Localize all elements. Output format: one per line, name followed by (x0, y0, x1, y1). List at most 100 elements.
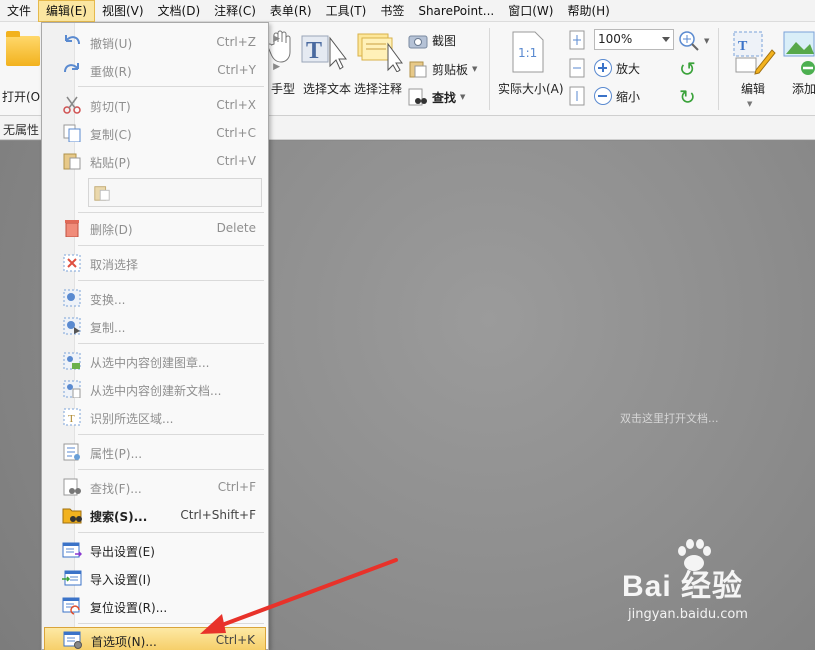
copy-icon (62, 124, 82, 142)
menu-item-reset-settings[interactable]: 复位设置(R)... (44, 594, 266, 618)
open-button[interactable]: 打开(O (2, 30, 42, 110)
menu-separator (78, 623, 264, 624)
menu-tools[interactable]: 工具(T) (319, 0, 374, 22)
add-button[interactable] (782, 30, 815, 76)
fit-visible-button[interactable] (568, 86, 586, 106)
menu-window[interactable]: 窗口(W) (501, 0, 560, 22)
menu-form[interactable]: 表单(R) (263, 0, 319, 22)
menu-item-find-label: 查找(F)... (90, 480, 142, 497)
menu-item-copy-label: 复制(C) (90, 126, 132, 143)
create-document-icon (62, 380, 82, 398)
redo-icon (62, 61, 82, 79)
menu-item-import-settings[interactable]: 导入设置(I) (44, 566, 266, 590)
minus-icon (594, 87, 612, 105)
menu-separator (78, 434, 264, 435)
menu-item-cut[interactable]: 剪切(T) Ctrl+X (44, 93, 266, 117)
hand-tool-button[interactable] (268, 30, 294, 64)
menu-item-duplicate[interactable]: 复制... (44, 314, 266, 338)
menu-separator (78, 245, 264, 246)
svg-text:T: T (68, 413, 75, 425)
paste-icon (62, 152, 82, 170)
rotate-left-button[interactable]: ↺ (679, 59, 696, 79)
create-stamp-icon (62, 352, 82, 370)
clipboard-button[interactable]: 剪贴板 ▼ (408, 60, 477, 78)
menu-item-undo[interactable]: 撤销(U) Ctrl+Z ▶ (44, 30, 266, 54)
edit-button[interactable]: T (730, 30, 776, 76)
menu-comment[interactable]: 注释(C) (207, 0, 263, 22)
menu-edit[interactable]: 编辑(E) (38, 0, 95, 22)
folder-icon (6, 36, 40, 66)
menu-item-redo[interactable]: 重做(R) Ctrl+Y ▶ (44, 58, 266, 82)
menu-item-search[interactable]: 搜索(S)... Ctrl+Shift+F (44, 503, 266, 527)
menu-separator (78, 532, 264, 533)
rotate-right-button[interactable]: ↻ (679, 87, 696, 107)
select-annotation-button[interactable] (354, 30, 404, 72)
menu-file[interactable]: 文件 (0, 0, 38, 22)
menu-item-properties-label: 属性(P)... (90, 445, 142, 462)
hand-tool-label: 手型 (271, 80, 295, 97)
edit-label: 编辑 (741, 80, 765, 97)
menu-item-export-settings[interactable]: 导出设置(E) (44, 538, 266, 562)
menu-item-search-shortcut: Ctrl+Shift+F (180, 508, 256, 522)
zoom-tool-button[interactable]: ▼ (678, 30, 709, 52)
fit-page-icon (568, 30, 586, 50)
find-dropdown-icon[interactable]: ▼ (460, 93, 465, 101)
edit-dropdown-icon[interactable]: ▼ (747, 100, 752, 108)
zoom-tool-dropdown-icon[interactable]: ▼ (704, 37, 709, 45)
zoom-in-button[interactable]: 放大 (594, 59, 640, 77)
menu-item-redo-shortcut: Ctrl+Y (217, 63, 256, 77)
baidu-watermark: Bai 经验 jingyan.baidu.com (622, 543, 792, 643)
menu-item-properties[interactable]: 属性(P)... (44, 440, 266, 464)
menu-item-search-label: 搜索(S)... (90, 508, 147, 525)
menu-item-undo-label: 撤销(U) (90, 35, 132, 52)
fit-page-button[interactable] (568, 30, 586, 50)
paste-special-gallery[interactable] (88, 178, 262, 207)
menu-separator (78, 86, 264, 87)
menu-help[interactable]: 帮助(H) (560, 0, 616, 22)
menu-item-transform[interactable]: 变换... (44, 286, 266, 310)
menu-item-find[interactable]: 查找(F)... Ctrl+F (44, 475, 266, 499)
fit-width-button[interactable] (568, 58, 586, 78)
menu-item-import-settings-label: 导入设置(I) (90, 571, 151, 588)
zoom-out-button[interactable]: 缩小 (594, 87, 640, 105)
select-text-button[interactable]: T (300, 32, 348, 72)
select-annotation-label: 选择注释 (354, 80, 402, 97)
paste-format-icon (93, 184, 111, 202)
add-label: 添加 (792, 80, 815, 97)
menu-item-delete[interactable]: 删除(D) Delete (44, 216, 266, 240)
zoom-select[interactable]: 100% (594, 29, 674, 50)
clipboard-dropdown-icon[interactable]: ▼ (472, 65, 477, 73)
menu-document[interactable]: 文档(D) (151, 0, 208, 22)
plus-icon (594, 59, 612, 77)
menu-item-create-stamp-label: 从选中内容创建图章... (90, 354, 209, 371)
menu-separator (78, 212, 264, 213)
hand-icon (268, 30, 294, 64)
actual-size-icon: 1:1 (509, 30, 545, 74)
menu-item-paste[interactable]: 粘贴(P) Ctrl+V (44, 149, 266, 173)
menu-item-cut-shortcut: Ctrl+X (216, 98, 256, 112)
screenshot-button[interactable]: 截图 (408, 32, 456, 49)
menu-item-preferences[interactable]: 首选项(N)... Ctrl+K (44, 627, 266, 650)
actual-size-button[interactable]: 1:1 (509, 30, 545, 74)
find-button[interactable]: 查找 ▼ (408, 88, 465, 106)
find-icon (62, 478, 82, 496)
rotate-right-icon: ↻ (679, 87, 696, 107)
menu-item-deselect[interactable]: 取消选择 (44, 251, 266, 275)
menu-item-create-stamp[interactable]: 从选中内容创建图章... (44, 349, 266, 373)
trash-icon (62, 219, 82, 237)
menu-item-delete-label: 删除(D) (90, 221, 133, 238)
find-label: 查找 (432, 89, 456, 106)
menu-bookmarks[interactable]: 书签 (373, 0, 411, 22)
binoculars-icon (408, 88, 428, 106)
menu-sharepoint[interactable]: SharePoint... (411, 0, 501, 22)
menu-item-undo-shortcut: Ctrl+Z (216, 35, 256, 49)
menu-view[interactable]: 视图(V) (95, 0, 151, 22)
watermark-brand: Bai 经验 (622, 561, 743, 605)
zoom-in-label: 放大 (616, 60, 640, 77)
menu-item-ocr-region-label: 识别所选区域... (90, 410, 173, 427)
menu-item-cut-label: 剪切(T) (90, 98, 131, 115)
menu-item-copy[interactable]: 复制(C) Ctrl+C (44, 121, 266, 145)
menu-item-ocr-region[interactable]: T 识别所选区域... (44, 405, 266, 429)
menu-item-create-document[interactable]: 从选中内容创建新文档... (44, 377, 266, 401)
svg-text:T: T (306, 38, 322, 64)
